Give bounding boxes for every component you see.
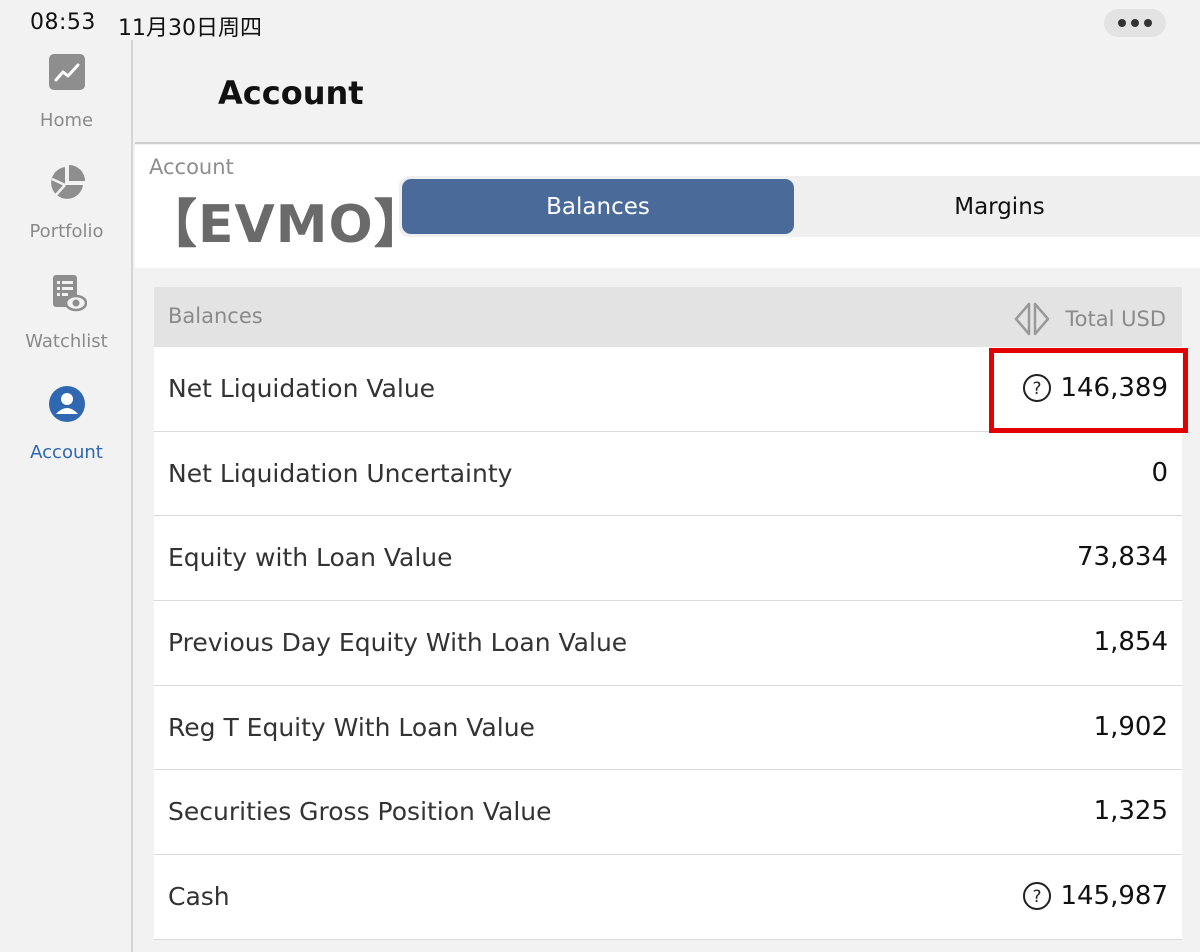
row-value: 0: [1151, 458, 1168, 488]
currency-toggle[interactable]: Total USD: [1013, 301, 1166, 337]
currency-label: Total USD: [1065, 307, 1166, 331]
row-label: Cash: [168, 882, 230, 912]
row-value-text: 0: [1151, 457, 1168, 488]
table-row[interactable]: Equity with Loan Value 73,834: [154, 516, 1182, 602]
status-date: 11月30日周四: [118, 16, 262, 41]
row-value: 73,834: [1077, 542, 1168, 572]
status-time: 08:53: [30, 10, 96, 35]
more-dot-icon: [1144, 19, 1152, 27]
page-title: Account: [218, 74, 364, 112]
sidebar-item-portfolio[interactable]: Portfolio: [0, 163, 133, 242]
sidebar-item-watchlist[interactable]: Watchlist: [0, 273, 133, 352]
row-label: Reg T Equity With Loan Value: [168, 712, 535, 742]
row-label: Net Liquidation Value: [168, 374, 436, 403]
question-circle-icon[interactable]: ?: [1022, 881, 1052, 911]
sidebar-item-account[interactable]: Account: [0, 384, 133, 463]
more-dot-icon: [1131, 19, 1139, 27]
sidebar: Home Portfolio Watchlist Account: [0, 40, 133, 952]
row-label: Equity with Loan Value: [168, 543, 453, 573]
user-icon: [48, 386, 85, 422]
row-value: 1,325: [1094, 796, 1168, 826]
account-code[interactable]: 【EVMO】: [145, 182, 427, 257]
balances-margins-segmented-control: Balances Margins: [399, 176, 1200, 237]
table-row[interactable]: Previous Day Equity With Loan Value 1,85…: [154, 601, 1182, 686]
page-header: Account: [135, 40, 1200, 144]
row-value: 1,902: [1094, 712, 1168, 742]
table-header: Balances Total USD: [154, 287, 1182, 347]
tab-margins[interactable]: Margins: [799, 179, 1200, 234]
sidebar-item-label: Watchlist: [25, 331, 108, 352]
row-value-text: 145,987: [1060, 881, 1168, 912]
table-row[interactable]: Net Liquidation Uncertainty 0: [154, 431, 1182, 517]
table-row[interactable]: Cash ? 145,987: [154, 855, 1182, 940]
account-selector: Account 【EVMO】 Balances Margins: [135, 145, 1200, 268]
row-value-text: 1,902: [1093, 711, 1168, 742]
row-label: Securities Gross Position Value: [168, 797, 552, 827]
account-caption: Account: [149, 155, 234, 179]
sidebar-item-home[interactable]: Home: [0, 52, 133, 131]
row-value-text: 73,834: [1077, 542, 1168, 573]
row-label: Net Liquidation Uncertainty: [168, 458, 513, 488]
sidebar-item-label: Home: [39, 110, 94, 131]
row-value-text: 1,854: [1093, 627, 1168, 658]
row-label: Previous Day Equity With Loan Value: [168, 628, 628, 658]
swap-arrows-icon: [1015, 302, 1050, 336]
row-value: ? 145,987: [1022, 881, 1168, 911]
table-row[interactable]: Reg T Equity With Loan Value 1,902: [154, 685, 1182, 771]
tab-balances[interactable]: Balances: [402, 179, 794, 234]
table-row[interactable]: Securities Gross Position Value 1,325: [154, 770, 1182, 856]
chart-up-icon: [48, 54, 85, 90]
highlight-annotation: [989, 348, 1188, 433]
list-eye-icon: [52, 275, 87, 312]
sidebar-item-label: Account: [30, 442, 103, 463]
more-options-button[interactable]: [1104, 9, 1166, 37]
sidebar-item-label: Portfolio: [29, 221, 104, 242]
svg-text:?: ?: [1033, 887, 1042, 907]
row-value-text: 1,325: [1093, 796, 1168, 827]
pie-chart-icon: [50, 165, 85, 199]
more-dot-icon: [1118, 19, 1126, 27]
table-header-label: Balances: [168, 304, 263, 328]
row-value: 1,854: [1094, 627, 1168, 657]
